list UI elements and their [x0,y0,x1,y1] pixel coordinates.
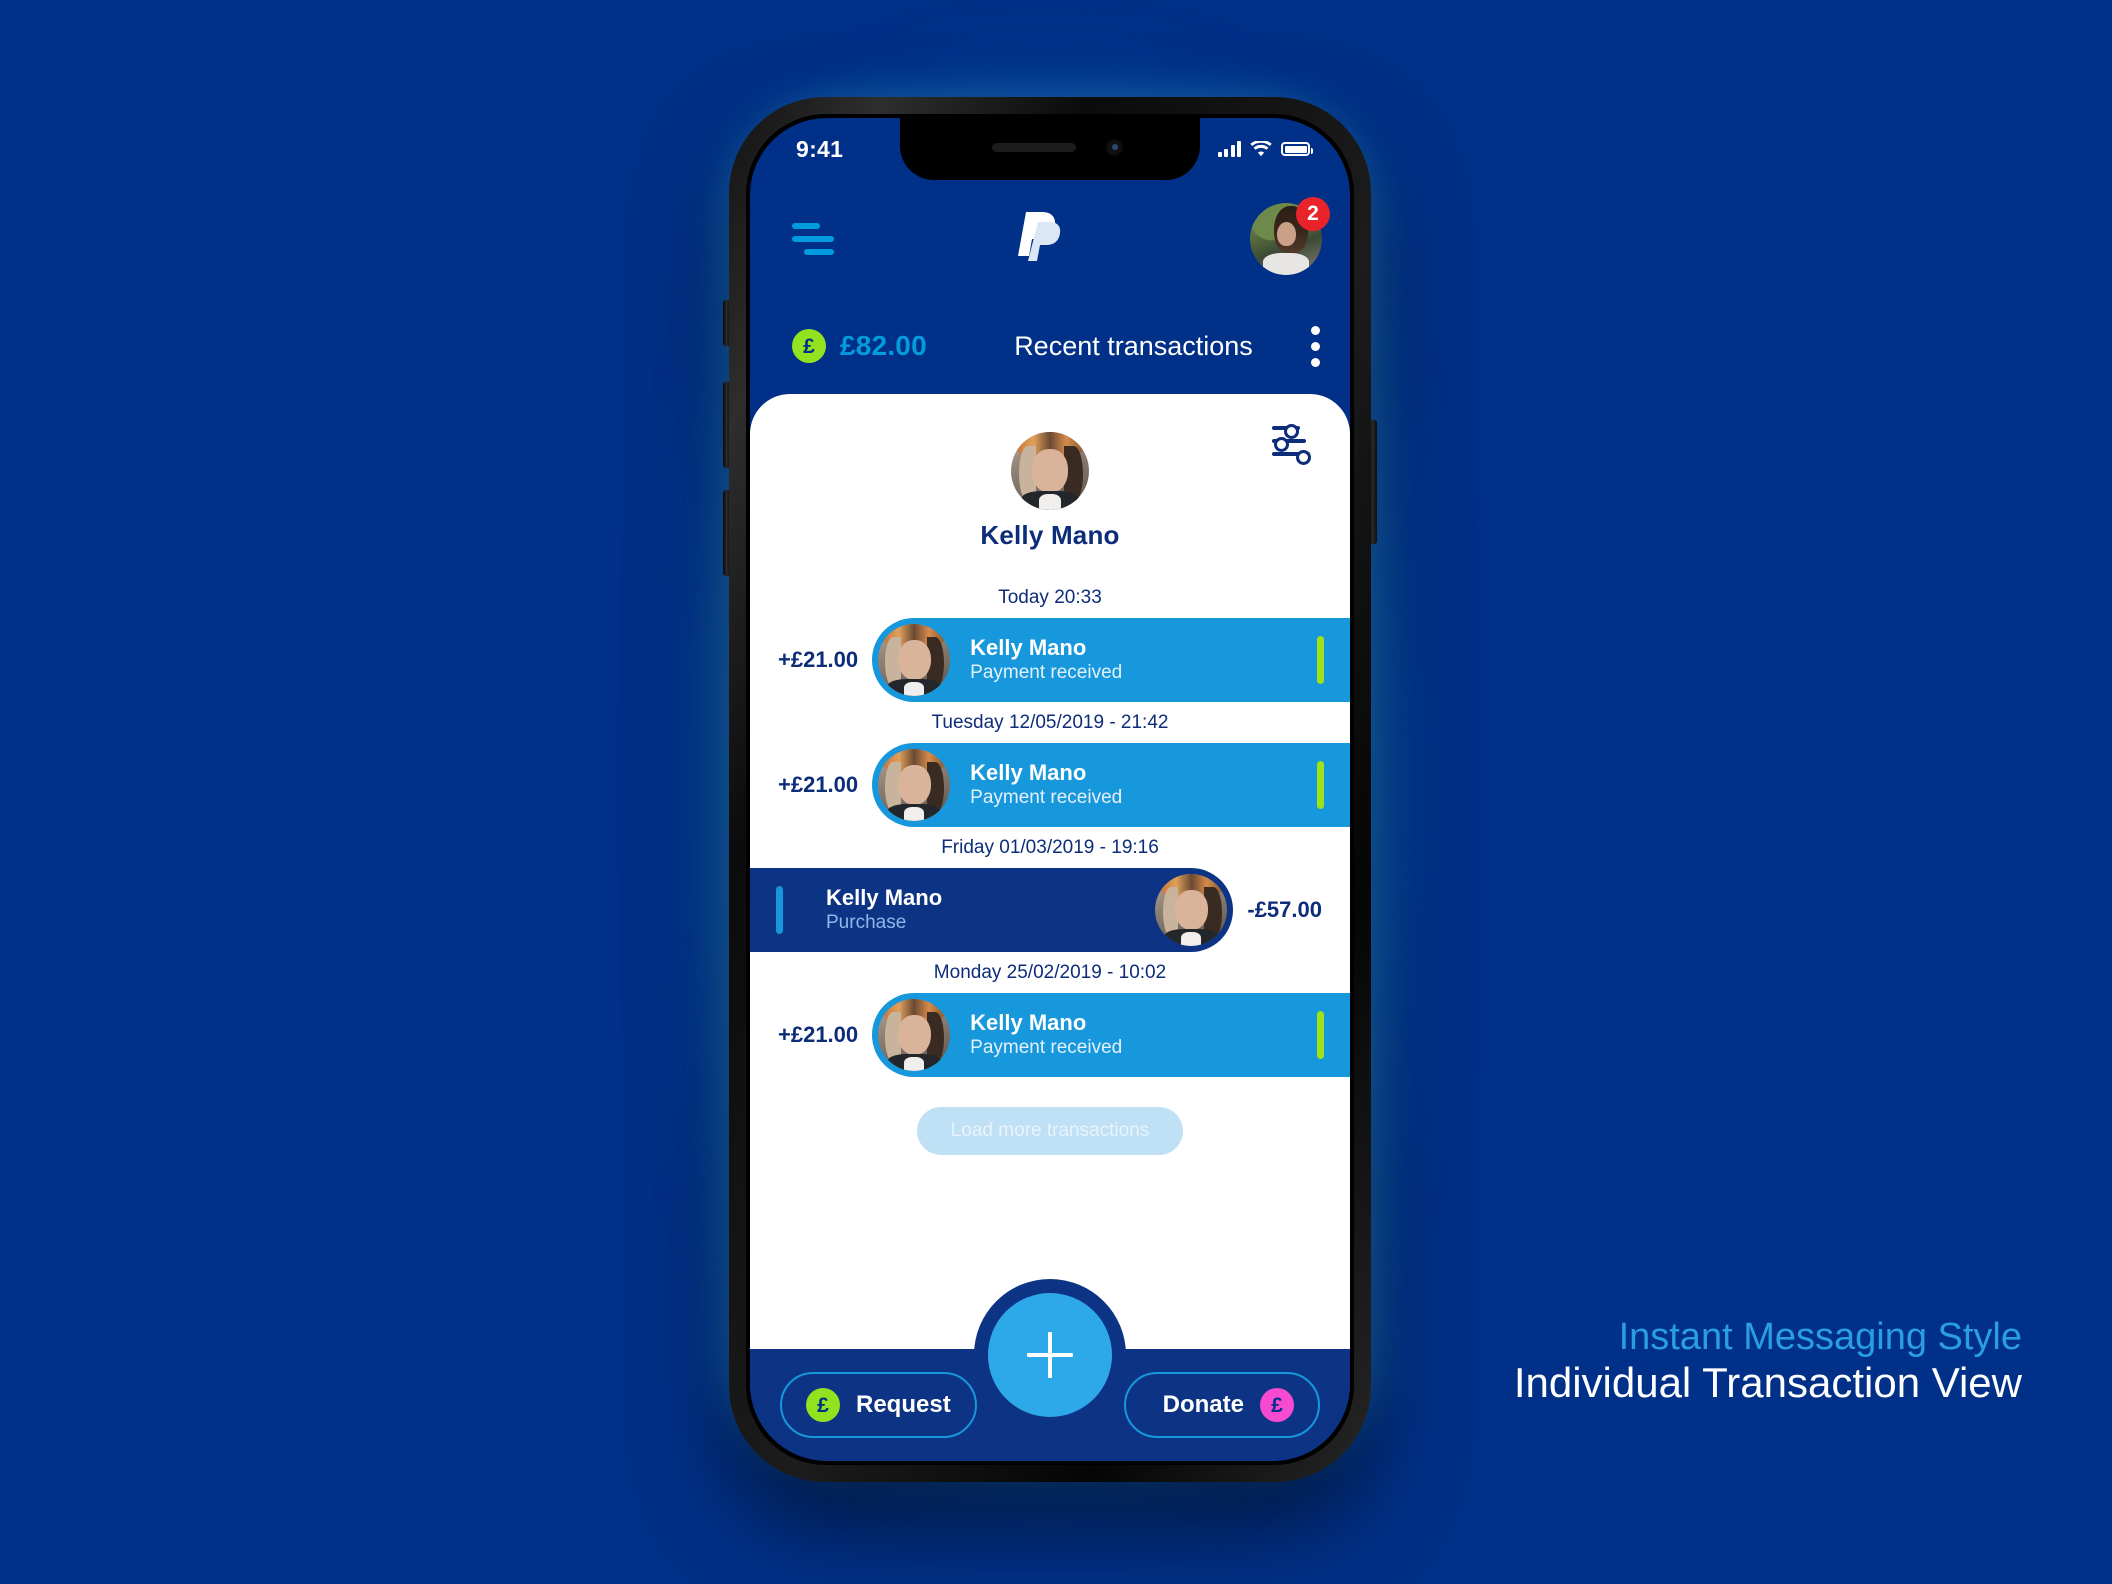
plus-icon [1027,1332,1073,1378]
incoming-accent-bar [1317,1011,1324,1059]
donate-button[interactable]: Donate £ [1124,1372,1320,1438]
balance-group[interactable]: £ £82.00 [792,329,992,363]
hamburger-menu-icon[interactable] [792,223,834,255]
incoming-accent-bar [1317,636,1324,684]
avatar-body [1262,253,1310,275]
paypal-logo [1016,210,1068,268]
transaction-avatar [878,749,951,821]
contact-avatar[interactable] [1011,432,1089,510]
transaction-bubble[interactable]: Kelly Mano Payment received [872,618,1350,702]
cellular-signal-icon [1217,141,1241,157]
transaction-amount: +£21.00 [778,647,859,672]
table-row[interactable]: Kelly Mano Purchase -£57.00 [750,868,1350,952]
transaction-bubble[interactable]: Kelly Mano Payment received [872,743,1350,827]
phone-notch [900,118,1200,180]
date-separator: Friday 01/03/2019 - 19:16 [941,837,1159,858]
caption-line-1: Instant Messaging Style [1618,1316,2022,1359]
transaction-subtitle: Payment received [970,1037,1123,1059]
transaction-list: Today 20:33 +£21.00 Kelly Mano Payment r… [750,579,1350,1077]
phone-screen: 9:41 2 £ £82.00 Recent transactions Kell… [750,118,1350,1461]
transaction-text: Kelly Mano Payment received [950,1009,1122,1061]
transaction-name: Kelly Mano [970,759,1087,785]
transactions-card: Kelly Mano Today 20:33 +£21.00 Kelly Man… [750,394,1350,1349]
transaction-name: Kelly Mano [826,884,943,910]
notification-badge: 2 [1296,197,1330,231]
status-time: 9:41 [796,135,844,162]
table-row[interactable]: +£21.00 Kelly Mano Payment received [750,993,1350,1077]
front-camera-icon [1106,139,1123,156]
transaction-amount: +£21.00 [778,772,859,797]
transaction-subtitle: Purchase [826,912,907,934]
page-title: Recent transactions [1014,330,1253,361]
pound-coin-green-icon: £ [806,1388,840,1422]
caption: Instant Messaging Style Individual Trans… [1514,1316,2022,1406]
transaction-name: Kelly Mano [970,1009,1087,1035]
transaction-bubble[interactable]: Kelly Mano Payment received [872,993,1350,1077]
pound-coin-green-icon: £ [792,329,826,363]
wifi-icon [1250,139,1272,157]
filter-sliders-icon[interactable] [1272,422,1314,465]
balance-strip: £ £82.00 Recent transactions [750,298,1350,394]
transaction-bubble[interactable]: Kelly Mano Purchase [750,868,1234,952]
app-header: 2 [750,180,1350,298]
load-more-button[interactable]: Load more transactions [916,1107,1184,1155]
transaction-amount: -£57.00 [1247,897,1322,922]
transaction-subtitle: Payment received [970,787,1123,809]
user-avatar[interactable]: 2 [1250,197,1330,275]
date-separator: Tuesday 12/05/2019 - 21:42 [931,712,1169,733]
balance-amount: £82.00 [840,330,927,361]
outgoing-accent-bar [776,886,783,934]
contact-header: Kelly Mano [750,394,1350,551]
donate-button-label: Donate [1162,1391,1244,1418]
phone-frame: 9:41 2 £ £82.00 Recent transactions Kell… [729,97,1371,1482]
date-separator: Today 20:33 [998,587,1102,608]
transaction-amount: +£21.00 [778,1022,859,1047]
pound-coin-pink-icon: £ [1260,1388,1294,1422]
caption-line-2: Individual Transaction View [1513,1358,2022,1406]
kebab-menu-icon[interactable] [1311,325,1320,367]
load-more-wrapper: Load more transactions [750,1107,1350,1155]
request-button-label: Request [856,1391,951,1418]
transaction-avatar [1155,874,1228,946]
contact-name: Kelly Mano [980,520,1120,550]
earpiece-speaker [992,143,1076,152]
transaction-text: Kelly Mano Payment received [950,634,1122,686]
table-row[interactable]: +£21.00 Kelly Mano Payment received [750,618,1350,702]
date-separator: Monday 25/02/2019 - 10:02 [933,962,1167,983]
transaction-name: Kelly Mano [970,634,1087,660]
transaction-avatar [878,999,951,1071]
transaction-text: Kelly Mano Purchase [802,884,962,936]
avatar-shirt [1039,494,1061,510]
status-indicators [1217,139,1313,157]
battery-icon [1281,142,1313,156]
add-transaction-fab[interactable] [988,1293,1112,1417]
transaction-text: Kelly Mano Payment received [950,759,1122,811]
request-button[interactable]: £ Request [780,1372,977,1438]
incoming-accent-bar [1317,761,1324,809]
transaction-avatar [878,624,951,696]
transaction-subtitle: Payment received [970,662,1123,684]
avatar-face [1032,449,1068,493]
phone-bezel: 9:41 2 £ £82.00 Recent transactions Kell… [746,114,1354,1465]
table-row[interactable]: +£21.00 Kelly Mano Payment received [750,743,1350,827]
